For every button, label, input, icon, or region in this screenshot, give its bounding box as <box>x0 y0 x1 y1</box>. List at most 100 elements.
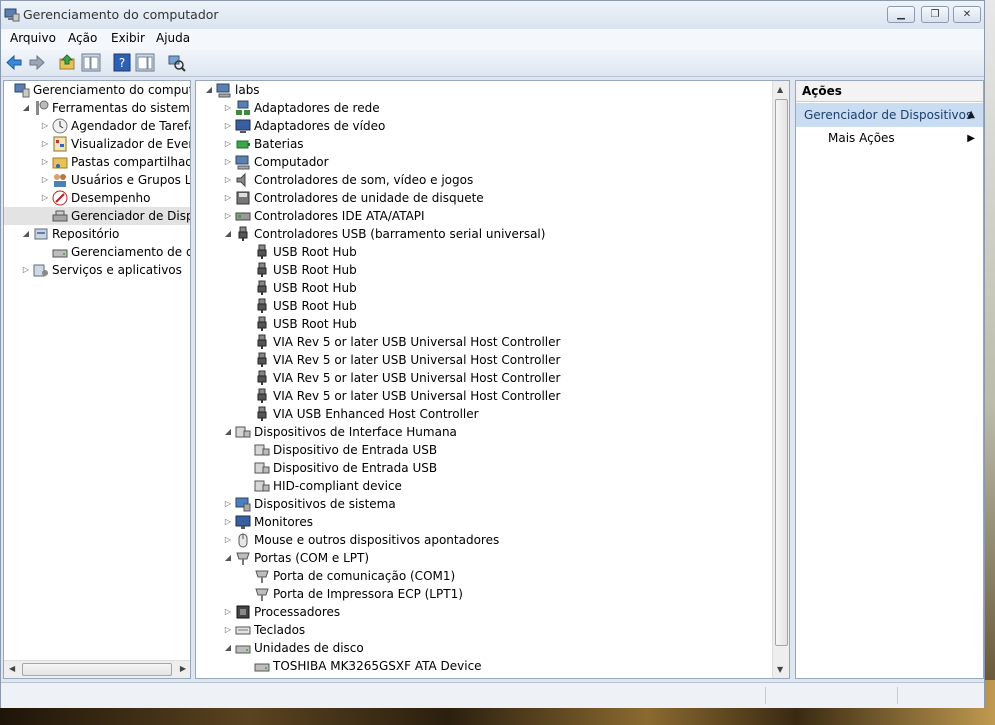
expand-arrow-icon[interactable]: ▷ <box>223 513 233 531</box>
menu-arquivo[interactable]: Arquivo <box>10 31 56 45</box>
device-tree-item[interactable]: HID-compliant device <box>196 477 772 495</box>
collapse-arrow-icon[interactable]: ◢ <box>204 81 214 99</box>
scroll-left-icon[interactable]: ◀ <box>9 664 15 673</box>
up-level-icon[interactable] <box>58 53 78 72</box>
expand-arrow-icon[interactable]: ▷ <box>223 171 233 189</box>
collapse-arrow-icon[interactable]: ◢ <box>21 225 31 243</box>
device-tree-item[interactable]: VIA USB Enhanced Host Controller <box>196 405 772 423</box>
title-bar[interactable]: Gerenciamento do computador ▁ ❐ ✕ <box>1 1 984 29</box>
expand-arrow-icon[interactable]: ▷ <box>40 117 50 135</box>
collapse-arrow-icon[interactable]: ◢ <box>223 639 233 657</box>
device-tree-item[interactable]: ▷ Controladores de som, vídeo e jogos <box>196 171 772 189</box>
expand-arrow-icon[interactable]: ▷ <box>223 495 233 513</box>
submenu-arrow-icon[interactable]: ▶ <box>967 133 975 144</box>
device-tree-item[interactable]: USB Root Hub <box>196 279 772 297</box>
collapse-arrow-icon[interactable]: ◢ <box>223 549 233 567</box>
device-tree-item[interactable]: ◢ Controladores USB (barramento serial un… <box>196 225 772 243</box>
horizontal-scroll-thumb[interactable] <box>22 663 172 676</box>
device-tree-item[interactable]: VIA Rev 5 or later USB Universal Host Co… <box>196 369 772 387</box>
expand-arrow-icon[interactable]: ▷ <box>223 189 233 207</box>
navigation-tree-item[interactable]: ▷ Agendador de Tarefas <box>4 117 190 135</box>
navigation-tree-item[interactable]: ▷ Visualizador de Eventos <box>4 135 190 153</box>
expand-arrow-icon[interactable]: ▷ <box>223 117 233 135</box>
expand-arrow-icon[interactable]: ▷ <box>223 207 233 225</box>
device-tree-item[interactable]: ◢ Portas (COM e LPT) <box>196 549 772 567</box>
device-tree-item[interactable]: ◢ Dispositivos de Interface Humana <box>196 423 772 441</box>
close-button[interactable]: ✕ <box>953 6 981 23</box>
device-tree-item[interactable]: ▷ Adaptadores de vídeo <box>196 117 772 135</box>
device-tree-item[interactable]: ◢ labs <box>196 81 772 99</box>
device-tree-item[interactable]: VIA Rev 5 or later USB Universal Host Co… <box>196 351 772 369</box>
navigation-tree-item[interactable]: ▷ Usuários e Grupos Loca <box>4 171 190 189</box>
navigation-tree-item[interactable]: ◢ Ferramentas do sistema <box>4 99 190 117</box>
device-tree-item[interactable]: TOSHIBA MK3265GSXF ATA Device <box>196 657 772 675</box>
scroll-up-icon[interactable]: ▲ <box>777 85 783 94</box>
device-tree-item[interactable]: ▷ Controladores IDE ATA/ATAPI <box>196 207 772 225</box>
collapse-arrow-icon[interactable]: ◢ <box>21 99 31 117</box>
scroll-right-icon[interactable]: ▶ <box>180 664 186 673</box>
scan-hardware-icon[interactable] <box>166 53 186 72</box>
computer-icon <box>216 83 231 98</box>
usb-icon <box>257 334 267 349</box>
expand-arrow-icon[interactable]: ▷ <box>40 135 50 153</box>
expand-arrow-icon[interactable]: ▷ <box>223 99 233 117</box>
menu-acao[interactable]: Ação <box>68 31 97 45</box>
expand-arrow-icon[interactable]: ▷ <box>223 531 233 549</box>
navigation-tree-item[interactable]: ▷ Pastas compartilhadas <box>4 153 190 171</box>
expand-arrow-icon[interactable]: ▷ <box>40 171 50 189</box>
device-tree-item[interactable]: Porta de Impressora ECP (LPT1) <box>196 585 772 603</box>
collapse-triangle-icon[interactable]: ▲ <box>967 103 975 127</box>
menu-ajuda[interactable]: Ajuda <box>156 31 190 45</box>
navigation-tree-item[interactable]: Gerenciamento do computado <box>4 81 190 99</box>
expand-arrow-icon[interactable]: ▷ <box>40 189 50 207</box>
collapse-arrow-icon[interactable]: ◢ <box>223 225 233 243</box>
device-tree-item[interactable]: VIA Rev 5 or later USB Universal Host Co… <box>196 387 772 405</box>
device-tree-item[interactable]: USB Root Hub <box>196 261 772 279</box>
scroll-down-icon[interactable]: ▼ <box>777 665 783 674</box>
device-tree-item[interactable]: VIA Rev 5 or later USB Universal Host Co… <box>196 333 772 351</box>
vertical-scroll-thumb[interactable] <box>775 99 788 646</box>
services-icon <box>33 264 48 277</box>
expand-arrow-icon[interactable]: ▷ <box>223 135 233 153</box>
navigation-tree-item[interactable]: Gerenciador de Disposit <box>4 207 190 225</box>
device-tree-item[interactable]: USB Root Hub <box>196 297 772 315</box>
navigation-tree-item[interactable]: Gerenciamento de disco <box>4 243 190 261</box>
collapse-arrow-icon[interactable]: ◢ <box>223 423 233 441</box>
device-tree-item[interactable]: ▷ Teclados <box>196 621 772 639</box>
navigation-tree-item[interactable]: ◢ Repositório <box>4 225 190 243</box>
actions-section-device-manager[interactable]: Gerenciador de Dispositivos ▲ <box>796 103 983 127</box>
show-hide-action-pane-icon[interactable] <box>135 53 155 72</box>
menu-exibir[interactable]: Exibir <box>111 31 145 45</box>
show-hide-tree-icon[interactable] <box>81 53 101 72</box>
device-tree-item[interactable]: USB Root Hub <box>196 243 772 261</box>
device-tree-item[interactable]: Porta de comunicação (COM1) <box>196 567 772 585</box>
usb-icon <box>257 298 267 313</box>
left-horizontal-scrollbar[interactable]: ◀ ▶ <box>4 660 190 678</box>
expand-arrow-icon[interactable]: ▷ <box>223 153 233 171</box>
device-tree-item[interactable]: Dispositivo de Entrada USB <box>196 441 772 459</box>
navigation-tree-item[interactable]: ▷ Serviços e aplicativos <box>4 261 190 279</box>
forward-arrow-icon[interactable] <box>27 53 47 72</box>
maximize-button[interactable]: ❐ <box>921 6 949 23</box>
help-icon[interactable]: ? <box>112 53 132 72</box>
device-tree-item[interactable]: ▷ Baterias <box>196 135 772 153</box>
device-tree-item[interactable]: ◢ Unidades de disco <box>196 639 772 657</box>
minimize-button[interactable]: ▁ <box>887 6 915 23</box>
device-tree-item[interactable]: Dispositivo de Entrada USB <box>196 459 772 477</box>
device-tree-item[interactable]: ▷ Monitores <box>196 513 772 531</box>
device-vertical-scrollbar[interactable]: ▲ ▼ <box>772 81 789 678</box>
expand-arrow-icon[interactable]: ▷ <box>21 261 31 279</box>
navigation-tree-item[interactable]: ▷ Desempenho <box>4 189 190 207</box>
device-tree-item[interactable]: USB Root Hub <box>196 315 772 333</box>
device-tree-item[interactable]: ▷ Adaptadores de rede <box>196 99 772 117</box>
device-tree-item[interactable]: ▷ Processadores <box>196 603 772 621</box>
more-actions-item[interactable]: Mais Ações <box>828 131 895 145</box>
device-tree-item[interactable]: ▷ Computador <box>196 153 772 171</box>
expand-arrow-icon[interactable]: ▷ <box>223 621 233 639</box>
device-tree-item[interactable]: ▷ Mouse e outros dispositivos apontadores <box>196 531 772 549</box>
back-arrow-icon[interactable] <box>4 53 24 72</box>
device-tree-item[interactable]: ▷ Controladores de unidade de disquete <box>196 189 772 207</box>
device-tree-item[interactable]: ▷ Dispositivos de sistema <box>196 495 772 513</box>
expand-arrow-icon[interactable]: ▷ <box>223 603 233 621</box>
expand-arrow-icon[interactable]: ▷ <box>40 153 50 171</box>
